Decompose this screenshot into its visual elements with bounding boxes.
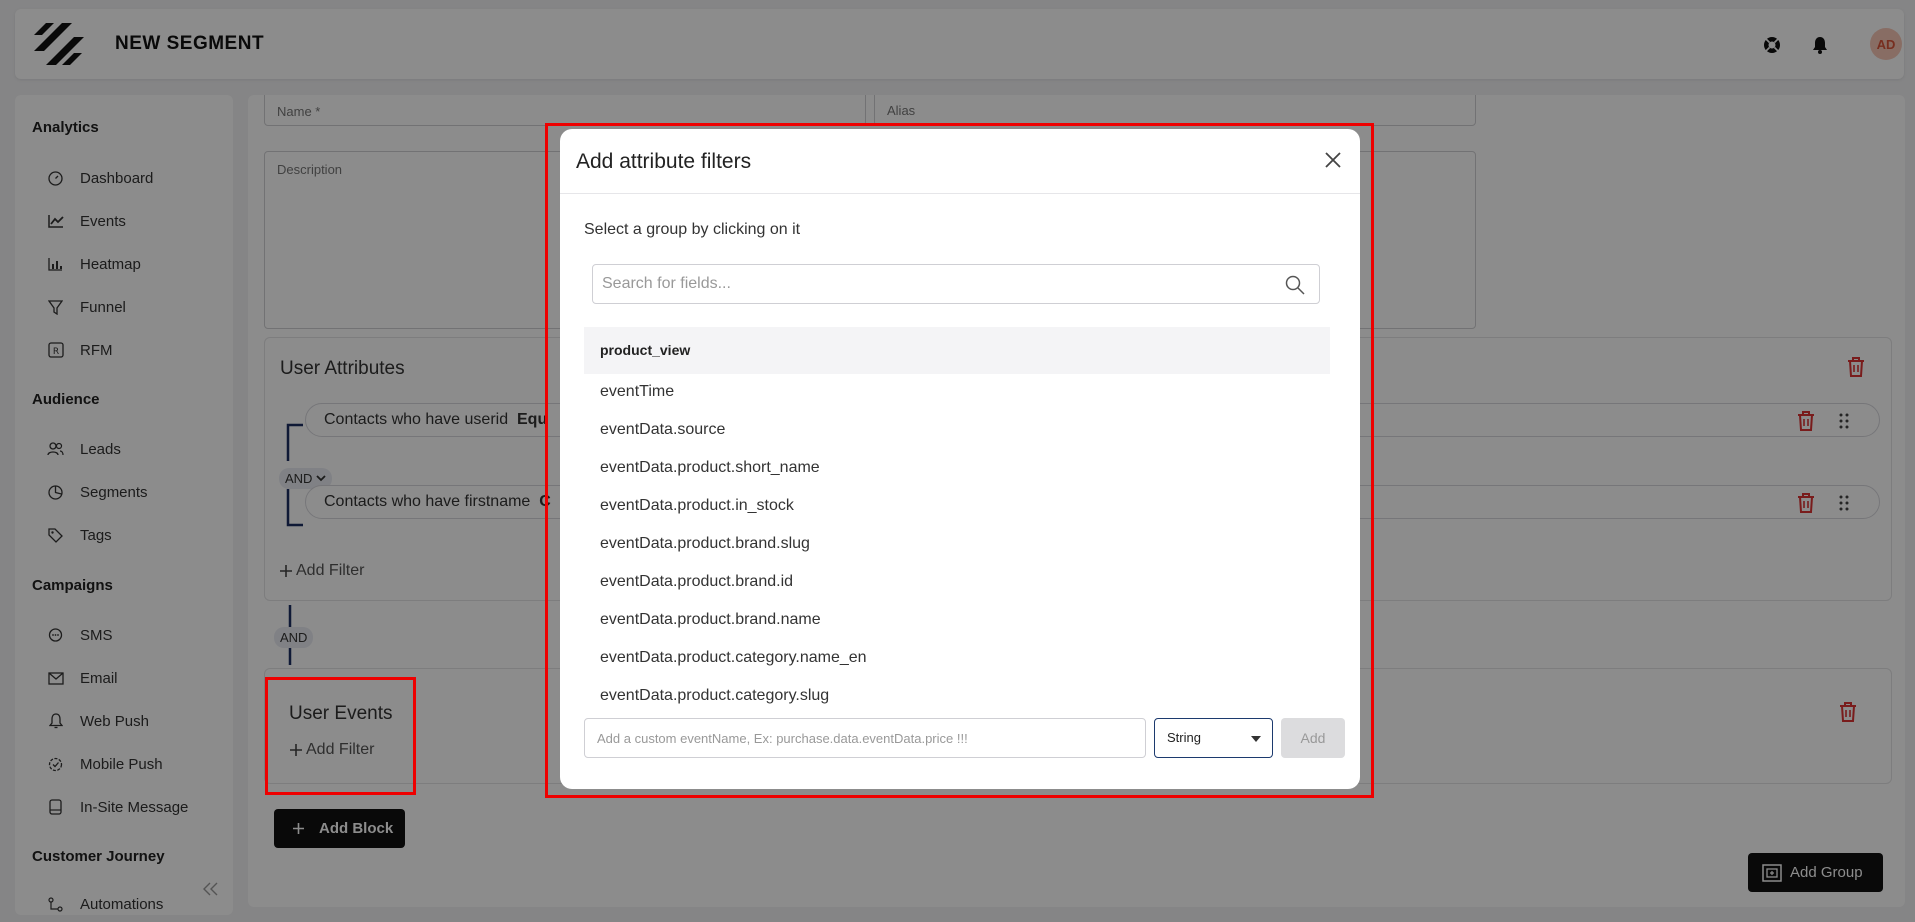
highlight-user-events	[265, 677, 416, 795]
highlight-modal	[545, 123, 1374, 798]
